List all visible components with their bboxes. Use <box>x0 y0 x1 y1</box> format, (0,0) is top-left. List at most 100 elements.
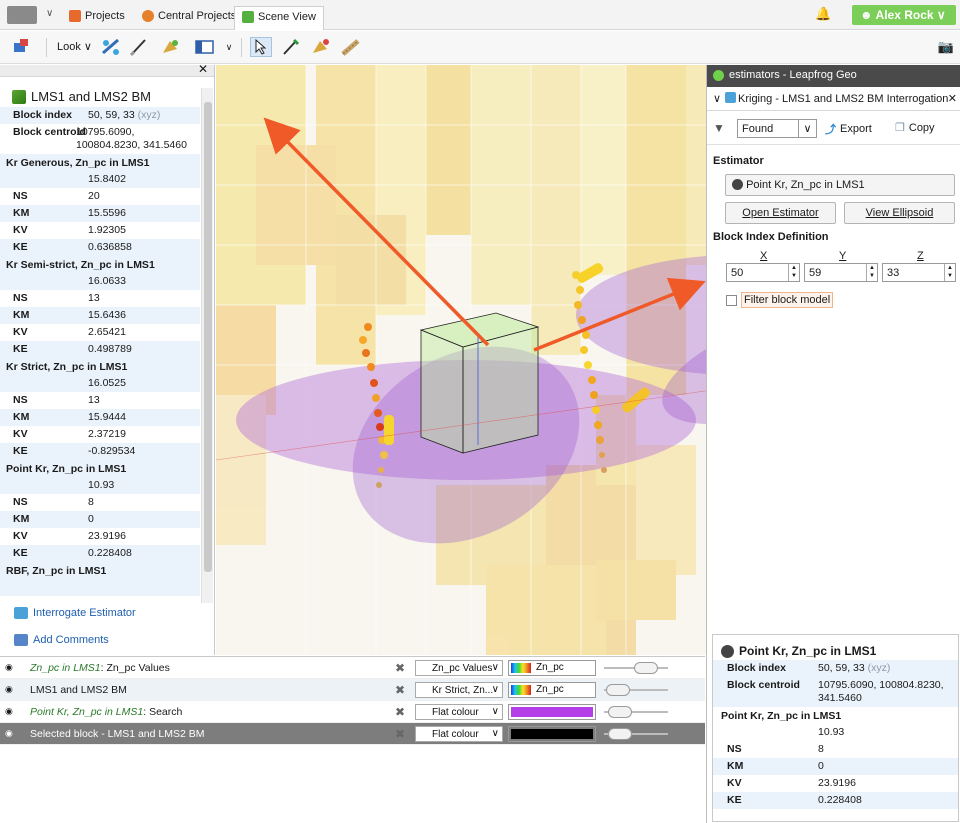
remove-layer-icon[interactable]: ✖ <box>395 661 405 675</box>
visibility-eye-icon[interactable]: ◉ <box>5 728 13 739</box>
remove-layer-icon[interactable]: ✖ <box>395 705 405 719</box>
layer-name: Selected block - LMS1 and LMS2 BM <box>30 728 205 740</box>
checkbox-box[interactable] <box>726 294 737 306</box>
y-index-spinner[interactable]: 59 ▲ ▼ <box>804 263 878 282</box>
filter-select[interactable]: Found ∨ <box>737 119 817 138</box>
slicer-tool-icon[interactable] <box>100 37 122 57</box>
estimator-selector-button[interactable]: Point Kr, Zn_pc in LMS1 <box>725 174 955 196</box>
transparency-slider[interactable] <box>604 662 668 674</box>
layout-panel-icon[interactable] <box>194 37 216 57</box>
estimator-group: Kr Generous, Zn_pc in LMS1 15.8402 <box>0 154 200 188</box>
group-title: Kr Strict, Zn_pc in LMS1 <box>6 361 128 373</box>
projects-icon <box>69 10 81 22</box>
filter-block-model-checkbox[interactable]: Filter block model <box>726 292 834 308</box>
central-projects-icon <box>142 10 154 22</box>
interrogate-icon <box>14 607 28 619</box>
tab-projects[interactable]: Projects <box>62 6 132 30</box>
stat-row: KE -0.829534 <box>0 443 200 460</box>
summary-centroid-row: Block centroid 10795.6090, 100804.8230, … <box>713 677 958 707</box>
panel-header-strip: ✕ <box>0 65 214 77</box>
summary-stat-row: KM 0 <box>713 758 958 775</box>
comments-icon <box>14 634 28 646</box>
tab-scene-view[interactable]: Scene View <box>234 6 324 30</box>
properties-scrollbar[interactable] <box>201 88 213 603</box>
pen-tool-icon[interactable] <box>280 37 302 57</box>
colour-swatch[interactable] <box>508 704 596 720</box>
x-index-spinner[interactable]: 50 ▲ ▼ <box>726 263 800 282</box>
colour-by-select[interactable]: Zn_pc Values ∨ <box>415 660 503 676</box>
select-pointer-icon[interactable] <box>250 37 272 57</box>
group-title: Point Kr, Zn_pc in LMS1 <box>6 463 127 475</box>
view-ellipsoid-button[interactable]: View Ellipsoid <box>844 202 955 224</box>
look-menu[interactable]: Look ∨ <box>57 40 92 53</box>
layout-dropdown-icon[interactable]: ∨ <box>218 37 240 57</box>
export-icon: ⤴ <box>825 124 836 136</box>
group-value: 15.8402 <box>88 173 126 185</box>
layer-name: Zn_pc in LMS1: Zn_pc Values <box>30 662 170 674</box>
add-comments-link[interactable]: Add Comments <box>14 634 109 646</box>
interrogation-tab[interactable]: ∨ Kriging - LMS1 and LMS2 BM Interrogati… <box>707 87 960 111</box>
remove-layer-icon[interactable]: ✖ <box>395 683 405 697</box>
properties-panel: ✕ LMS1 and LMS2 BM Block index 50, 59, 3… <box>0 65 215 655</box>
transparency-slider[interactable] <box>604 728 668 740</box>
export-button[interactable]: ⤴ Export <box>825 121 872 137</box>
stat-row: KV 2.37219 <box>13 428 126 440</box>
transparency-slider[interactable] <box>604 684 668 696</box>
y-axis-label: Y <box>839 250 847 262</box>
layer-row[interactable]: ◉ LMS1 and LMS2 BM ✖ Kr Strict, Zn... ∨ Zn_pc <box>0 679 705 701</box>
tabs-dropdown-icon[interactable]: ∨ <box>46 8 53 19</box>
remove-layer-icon[interactable]: ✖ <box>395 727 405 741</box>
summary-stat-row: NS 8 <box>727 743 824 755</box>
group-title: RBF, Zn_pc in LMS1 <box>6 565 107 577</box>
tab-central-projects[interactable]: Central Projects <box>135 6 243 30</box>
visibility-eye-icon[interactable]: ◉ <box>5 684 13 695</box>
group-value: 16.0633 <box>88 275 126 287</box>
colour-swatch[interactable]: Zn_pc <box>508 682 596 698</box>
tab-bar: ∨ Projects Central Projects Scene View 🔔… <box>0 0 960 30</box>
ruler-pen-icon[interactable] <box>128 37 150 57</box>
layer-row[interactable]: ◉ Zn_pc in LMS1: Zn_pc Values ✖ Zn_pc Value… <box>0 657 705 679</box>
colour-by-select[interactable]: Kr Strict, Zn... ∨ <box>415 682 503 698</box>
z-index-spinner[interactable]: 33 ▲ ▼ <box>882 263 956 282</box>
layer-name: LMS1 and LMS2 BM <box>30 684 127 696</box>
clear-scene-icon[interactable] <box>10 37 32 57</box>
close-panel-icon[interactable]: ✕ <box>198 65 208 76</box>
stat-row: NS 13 <box>13 292 100 304</box>
draw-tool-icon[interactable] <box>160 37 182 57</box>
polyline-tool-icon[interactable] <box>310 37 332 57</box>
user-menu-button[interactable]: ☻ Alex Rock ∨ <box>852 5 956 25</box>
interrogate-estimator-link[interactable]: Interrogate Estimator <box>14 607 136 619</box>
colour-swatch[interactable] <box>508 726 596 742</box>
colour-by-select[interactable]: Flat colour ∨ <box>415 726 503 742</box>
properties-title: LMS1 and LMS2 BM <box>0 77 214 107</box>
scene-view-icon <box>242 11 254 23</box>
block-index-row: Block index 50, 59, 33 (xyz) <box>0 107 200 124</box>
notification-bell-icon[interactable]: 🔔 <box>815 6 831 22</box>
layer-row[interactable]: ◉ Point Kr, Zn_pc in LMS1: Search ✖ Flat co… <box>0 701 705 723</box>
screenshot-camera-icon[interactable]: 📷 <box>938 39 954 55</box>
stat-row: KM 15.6436 <box>0 307 200 324</box>
shapes-list: ◉ Zn_pc in LMS1: Zn_pc Values ✖ Zn_pc Value… <box>0 656 705 823</box>
group-title: Kr Generous, Zn_pc in LMS1 <box>6 157 150 169</box>
estimator-group: RBF, Zn_pc in LMS1 <box>0 562 200 596</box>
colour-swatch[interactable]: Zn_pc <box>508 660 596 676</box>
stat-row: KE 0.498789 <box>0 341 200 358</box>
stat-row: KE 0.228408 <box>0 545 200 562</box>
estimator-groups: Kr Generous, Zn_pc in LMS1 15.8402 NS 20 KM 1… <box>0 154 214 596</box>
estimator-toolbar: ▼ Found ∨ ⤴ Export ❐ Copy <box>707 111 960 145</box>
measure-ruler-icon[interactable] <box>340 37 362 57</box>
filter-icon: ▼ <box>713 121 725 135</box>
layer-name: Point Kr, Zn_pc in LMS1: Search <box>30 706 183 718</box>
transparency-slider[interactable] <box>604 706 668 718</box>
visibility-eye-icon[interactable]: ◉ <box>5 706 13 717</box>
group-value: 10.93 <box>88 479 115 491</box>
visibility-eye-icon[interactable]: ◉ <box>5 662 13 673</box>
summary-group: Point Kr, Zn_pc in LMS1 10.93 <box>721 710 845 738</box>
layer-row[interactable]: ◉ Selected block - LMS1 and LMS2 BM ✖ Flat … <box>0 723 705 745</box>
group-value: 16.0525 <box>88 377 126 389</box>
colour-by-select[interactable]: Flat colour ∨ <box>415 704 503 720</box>
close-tab-icon[interactable]: ✕ <box>948 92 957 105</box>
copy-button[interactable]: ❐ Copy <box>895 121 935 135</box>
tab-list-chevron-icon[interactable]: ∨ <box>713 92 721 105</box>
open-estimator-button[interactable]: Open Estimator <box>725 202 836 224</box>
